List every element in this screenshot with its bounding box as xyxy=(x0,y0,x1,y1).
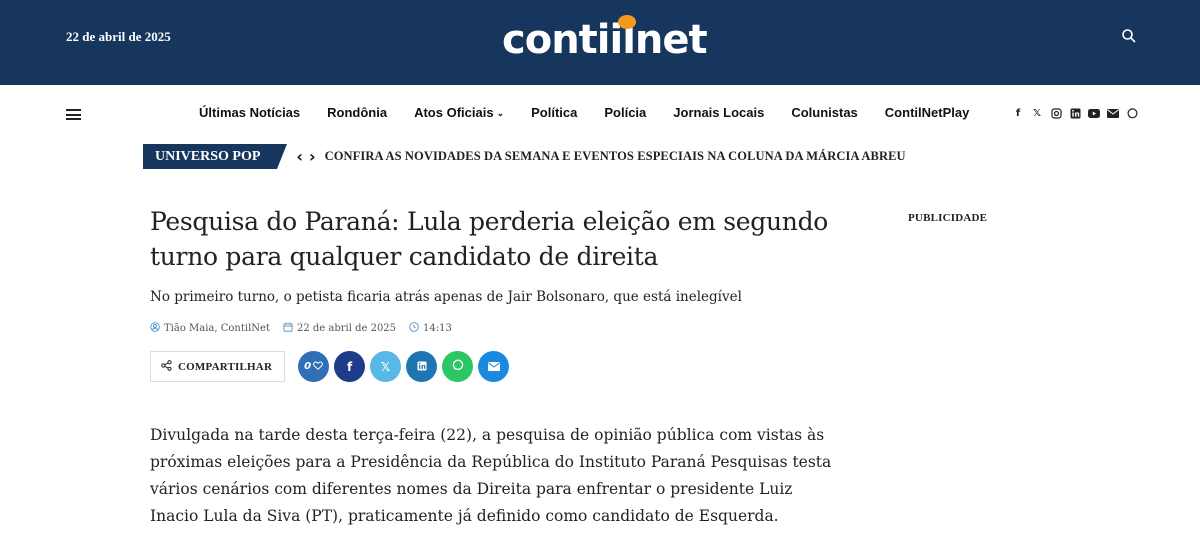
share-x-button[interactable]: 𝕏 xyxy=(370,351,402,382)
nav-item-label: Polícia xyxy=(604,105,647,120)
x-icon: 𝕏 xyxy=(380,359,391,374)
whatsapp-icon[interactable] xyxy=(1126,107,1138,119)
article-title: Pesquisa do Paraná: Lula perderia eleiçã… xyxy=(150,207,829,271)
share-facebook-button[interactable]: f xyxy=(334,351,366,382)
nav-item-atos-oficiais[interactable]: Atos Oficiais ⌄ xyxy=(414,105,504,120)
article-subtitle: No primeiro turno, o petista ficaria atr… xyxy=(150,289,742,305)
instagram-icon[interactable] xyxy=(1050,107,1062,119)
time-meta: 14:13 xyxy=(409,322,452,335)
header-date: 22 de abril de 2025 xyxy=(66,29,171,44)
publish-date: 22 de abril de 2025 xyxy=(296,323,397,334)
article-body-paragraph: Divulgada na tarde desta terça-feira (22… xyxy=(150,426,832,525)
nav-item-colunistas[interactable]: Colunistas xyxy=(791,105,857,120)
ticker-label[interactable]: UNIVERSO POP xyxy=(143,144,288,169)
site-logo[interactable]: conti i lnet xyxy=(502,10,708,70)
logo-bubble-icon xyxy=(617,15,636,29)
share-label: COMPARTILHAR xyxy=(178,360,273,373)
main-nav: Últimas Notícias Rondônia Atos Oficiais ⌄… xyxy=(0,85,1200,145)
nav-item-label: Rondônia xyxy=(327,105,388,120)
email-icon[interactable] xyxy=(1107,107,1119,119)
share-linkedin-button[interactable] xyxy=(406,351,438,382)
social-links: f 𝕏 xyxy=(1012,107,1138,119)
ticker-arrows: ‹ › xyxy=(296,147,315,166)
logo-text-start: conti xyxy=(502,17,610,63)
nav-item-label: Colunistas xyxy=(791,105,858,120)
nav-item-label: Últimas Notícias xyxy=(199,105,301,120)
linkedin-icon xyxy=(417,360,427,374)
hamburger-menu-icon[interactable] xyxy=(66,109,81,120)
nav-item-label: Atos Oficiais xyxy=(414,105,494,120)
heart-icon xyxy=(313,361,323,373)
nav-item-label: ContilNetPlay xyxy=(884,105,970,120)
author-meta: Tião Maia, ContilNet xyxy=(150,322,270,335)
nav-item-policia[interactable]: Polícia xyxy=(604,105,646,120)
ticker-headline[interactable]: CONFIRA AS NOVIDADES DA SEMANA E EVENTOS… xyxy=(325,149,906,164)
nav-item-contilnetplay[interactable]: ContilNetPlay xyxy=(885,105,970,120)
nav-item-jornais-locais[interactable]: Jornais Locais xyxy=(673,105,764,120)
ad-label: PUBLICIDADE xyxy=(908,212,988,224)
author-name[interactable]: Tião Maia, ContilNet xyxy=(164,323,270,334)
article-meta: Tião Maia, ContilNet 22 de abril de 2025… xyxy=(150,322,465,335)
nav-item-rondonia[interactable]: Rondônia xyxy=(327,105,387,120)
email-icon xyxy=(487,360,500,374)
calendar-icon xyxy=(283,322,293,335)
nav-item-label: Jornais Locais xyxy=(673,105,765,120)
nav-menu: Últimas Notícias Rondônia Atos Oficiais ⌄… xyxy=(199,105,996,120)
share-icon xyxy=(161,359,172,374)
x-icon[interactable]: 𝕏 xyxy=(1031,107,1043,119)
nav-item-label: Política xyxy=(531,105,578,120)
linkedin-icon[interactable] xyxy=(1069,107,1081,119)
date-meta: 22 de abril de 2025 xyxy=(283,322,396,335)
like-button[interactable]: 0 xyxy=(298,351,330,382)
site-header: 22 de abril de 2025 conti i lnet xyxy=(0,0,1200,85)
chevron-left-icon[interactable]: ‹ xyxy=(296,147,303,166)
youtube-icon[interactable] xyxy=(1088,107,1100,119)
share-email-button[interactable] xyxy=(478,351,510,382)
nav-item-ultimas-noticias[interactable]: Últimas Notícias xyxy=(199,105,300,120)
like-count: 0 xyxy=(304,361,312,372)
logo-mark: i xyxy=(610,15,636,63)
news-ticker: UNIVERSO POP ‹ › CONFIRA AS NOVIDADES DA… xyxy=(143,144,906,169)
nav-item-politica[interactable]: Política xyxy=(531,105,577,120)
whatsapp-icon xyxy=(452,359,464,374)
facebook-icon: f xyxy=(346,359,353,374)
user-icon xyxy=(150,322,160,335)
share-bar: COMPARTILHAR 0 f 𝕏 xyxy=(150,351,510,382)
publish-time: 14:13 xyxy=(423,323,452,334)
share-button[interactable]: COMPARTILHAR xyxy=(150,351,286,382)
search-icon[interactable] xyxy=(1121,28,1137,44)
facebook-icon[interactable]: f xyxy=(1012,107,1024,119)
chevron-down-icon: ⌄ xyxy=(496,108,505,118)
share-whatsapp-button[interactable] xyxy=(442,351,474,382)
chevron-right-icon[interactable]: › xyxy=(309,147,316,166)
clock-icon xyxy=(409,322,419,335)
